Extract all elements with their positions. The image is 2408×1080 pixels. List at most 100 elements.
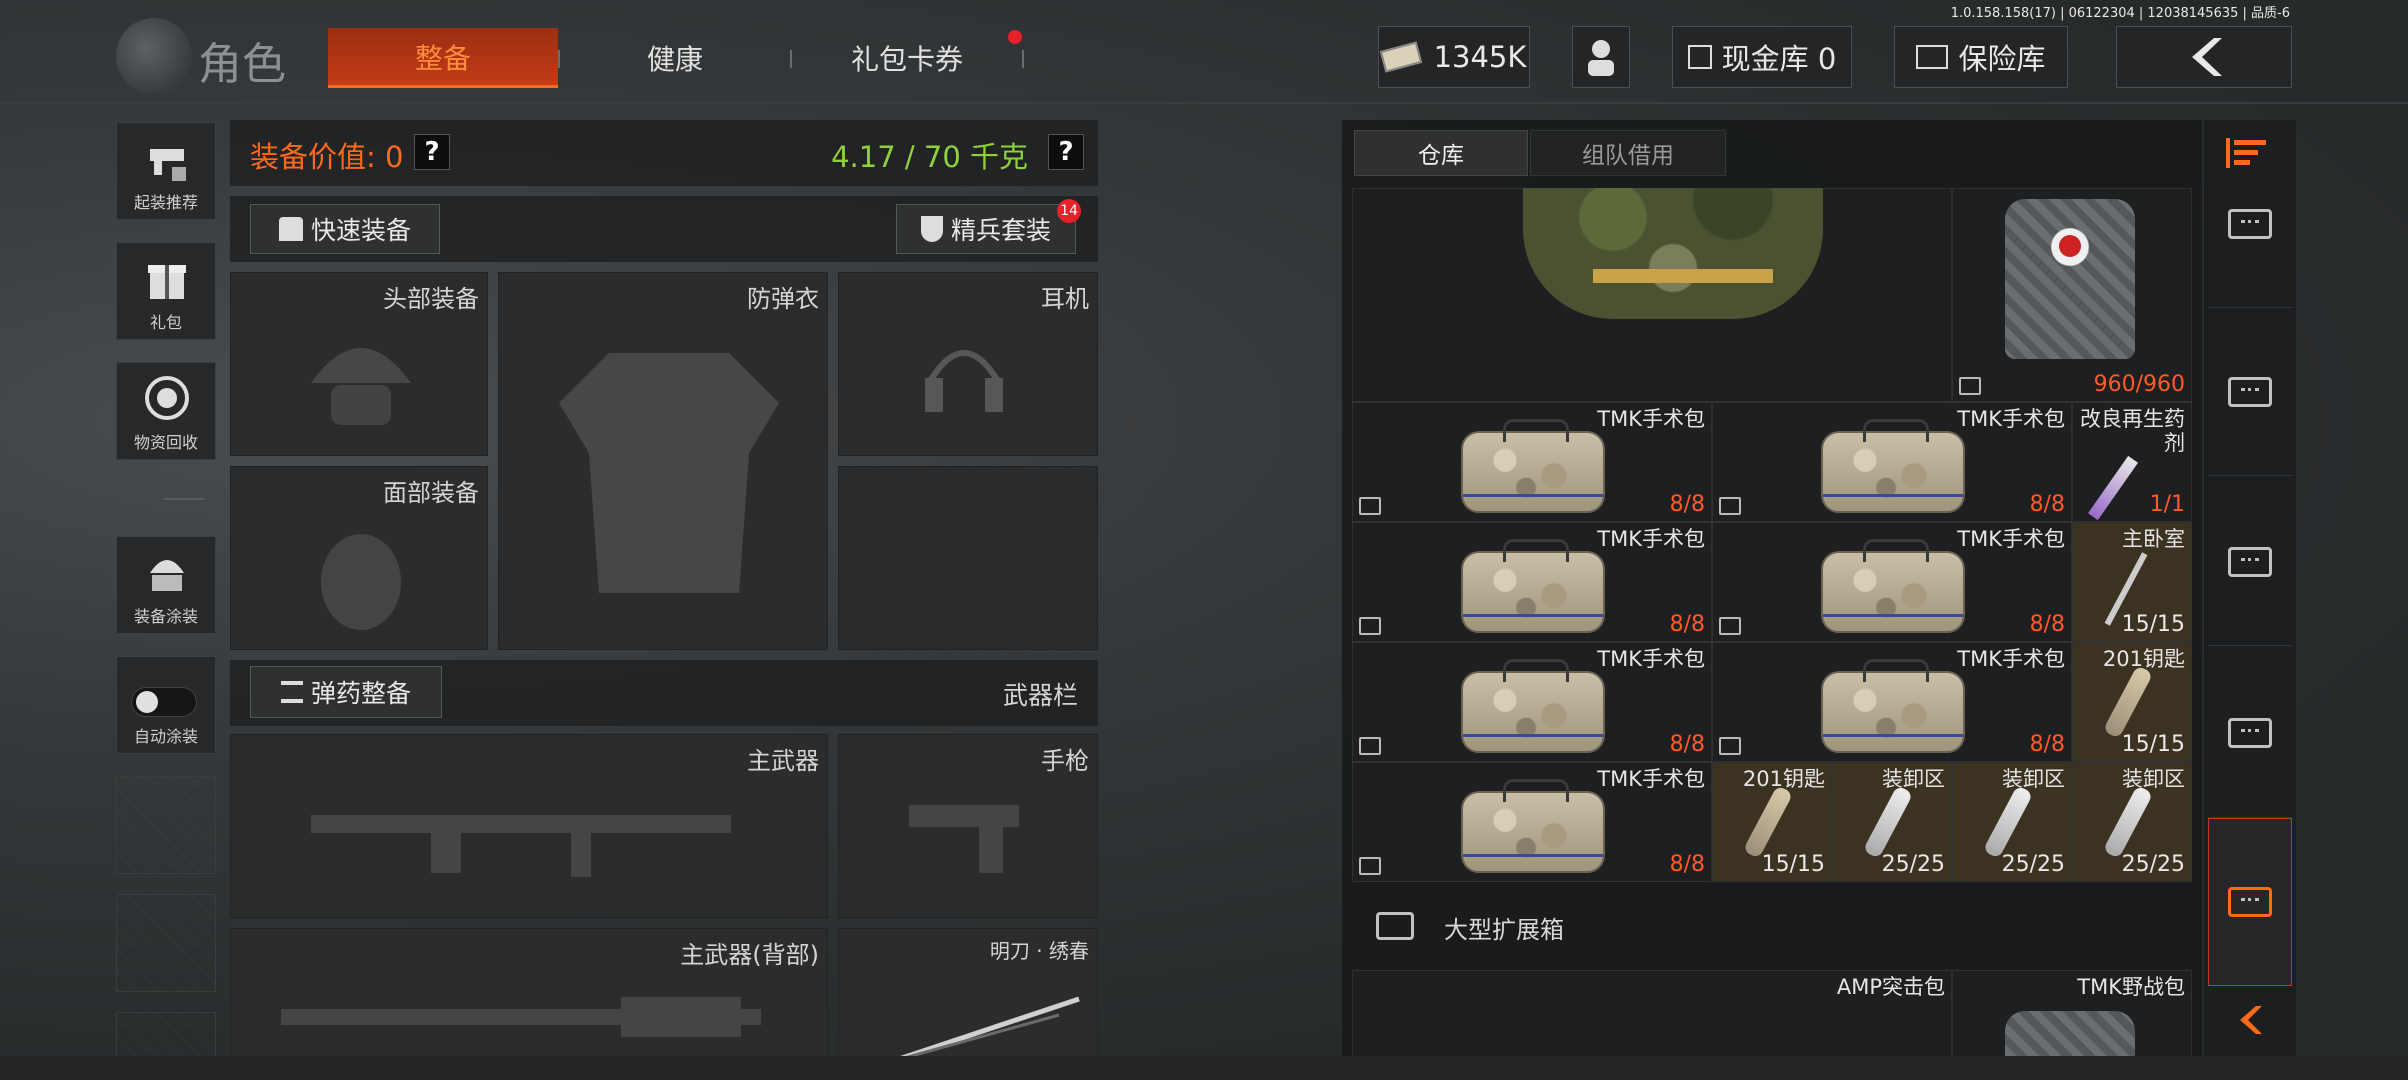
storage-cell[interactable]: TMK手术包 8/8 — [1712, 642, 2072, 762]
item-count: 25/25 — [2001, 852, 2065, 877]
headset-silhouette-icon — [925, 350, 1003, 412]
headset-slot[interactable]: 耳机 — [838, 272, 1098, 456]
storage-cell[interactable]: 201钥匙 15/15 — [2072, 642, 2192, 762]
quick-equip-button[interactable]: 快速装备 — [250, 204, 440, 254]
item-count: 1/1 — [2149, 492, 2185, 517]
pistol-slot[interactable]: 手枪 — [838, 734, 1098, 918]
head-gear-slot[interactable]: 头部装备 — [230, 272, 488, 456]
item-count: 8/8 — [1669, 852, 1705, 877]
tab-loadout[interactable]: 整备 — [328, 28, 558, 88]
item-name: TMK野战包 — [2077, 975, 2185, 999]
crate-icon — [1376, 912, 1414, 940]
page-title: 角色 — [198, 39, 286, 90]
sidebar-item-label: 物资回收 — [133, 433, 198, 452]
tab-warehouse[interactable]: 仓库 — [1354, 130, 1528, 176]
agent-icon — [1588, 40, 1614, 76]
currency-value: 1345K — [1433, 40, 1527, 74]
crate-icon — [2228, 717, 2272, 748]
notification-dot — [1008, 30, 1022, 44]
item-count: 15/15 — [1761, 852, 1825, 877]
helmet-paint-icon — [150, 560, 184, 591]
slot-label: 耳机 — [1041, 285, 1089, 313]
item-name: TMK手术包 — [1957, 647, 2065, 671]
rifle-silhouette-icon — [311, 815, 731, 877]
safe-button[interactable]: 保险库 — [1894, 26, 2068, 88]
weapon-bar-label: 武器栏 — [1002, 681, 1078, 710]
backpack-buckle — [1593, 269, 1773, 283]
slot-label: 明刀 · 绣春 — [989, 939, 1089, 963]
weight-help-button[interactable]: ? — [1048, 134, 1084, 170]
value-help-button[interactable]: ? — [414, 134, 450, 170]
container-tab-active[interactable] — [2208, 818, 2292, 986]
version-info: 1.0.158.158(17) | 06122304 | 12038145635… — [1950, 6, 2290, 21]
gun-recommend-icon — [150, 149, 186, 181]
quick-equip-bar: 快速装备 精兵套装 14 — [230, 196, 1098, 262]
container-tab[interactable] — [2208, 648, 2292, 818]
item-name: 201钥匙 — [2102, 647, 2185, 671]
header-divider — [0, 102, 2408, 104]
tab-separator — [1022, 50, 1024, 68]
tab-team-borrow[interactable]: 组队借用 — [1530, 130, 1726, 176]
storage-cell[interactable]: TMK手术包 8/8 — [1712, 522, 2072, 642]
item-name: 改良再生药剂 — [2080, 407, 2185, 455]
agent-button[interactable] — [1572, 26, 1630, 88]
body-armor-slot[interactable]: 防弹衣 — [498, 272, 828, 650]
storage-cell[interactable]: TMK手术包 8/8 — [1712, 402, 2072, 522]
storage-cell[interactable]: TMK手术包 8/8 — [1352, 762, 1712, 882]
safe-icon — [1916, 45, 1949, 69]
quick-equip-label: 快速装备 — [310, 216, 411, 245]
sidebar-item-gift[interactable]: 礼包 — [116, 242, 216, 340]
storage-cell[interactable]: TMK手术包 8/8 — [1352, 402, 1712, 522]
face-gear-slot[interactable]: 面部装备 — [230, 466, 488, 650]
surgical-kit-image — [1461, 419, 1605, 513]
slot-label: 主武器(背部) — [680, 941, 819, 969]
safe-label: 保险库 — [1958, 42, 2046, 76]
toggle-icon[interactable] — [131, 687, 197, 717]
container-tab[interactable] — [2208, 140, 2292, 308]
container-tab[interactable] — [2208, 308, 2292, 476]
item-count: 15/15 — [2121, 612, 2185, 637]
storage-cell[interactable]: 装卸区 25/25 — [1832, 762, 1952, 882]
sidebar-item-autopaint[interactable]: 自动涂装 — [116, 656, 216, 754]
medical-backpack-item[interactable]: 960/960 — [1952, 188, 2192, 402]
storage-cell[interactable]: TMK手术包 8/8 — [1352, 522, 1712, 642]
crate-icon — [2228, 208, 2272, 239]
collapse-arrow-icon[interactable] — [2234, 1004, 2264, 1040]
pistol-silhouette-icon — [909, 805, 1019, 873]
box-icon — [1719, 737, 1741, 755]
sidebar-item-label: 装备涂装 — [133, 607, 198, 626]
storage-cell[interactable]: 主卧室 15/15 — [2072, 522, 2192, 642]
tab-health[interactable]: 健康 — [560, 28, 790, 88]
ammo-icon — [280, 681, 303, 703]
camo-backpack-item[interactable] — [1352, 188, 1952, 402]
storage-cell[interactable]: 装卸区 25/25 — [1952, 762, 2072, 882]
ammo-prep-button[interactable]: 弹药整备 — [250, 666, 442, 718]
box-icon — [1359, 617, 1381, 635]
loadout-summary-bar: 装备价值: 0 ? 4.17 / 70 千克 ? — [230, 120, 1098, 186]
item-name: 装卸区 — [1882, 767, 1945, 791]
elite-kit-button[interactable]: 精兵套装 14 — [896, 199, 1081, 254]
slot-label: 主武器 — [747, 747, 819, 775]
sidebar-item-paint[interactable]: 装备涂装 — [116, 536, 216, 634]
item-name: TMK手术包 — [1597, 647, 1705, 671]
storage-cell[interactable]: 装卸区 25/25 — [2072, 762, 2192, 882]
recycle-icon — [145, 376, 189, 420]
storage-cell[interactable]: 改良再生药剂 1/1 — [2072, 402, 2192, 522]
container-tab[interactable] — [2208, 478, 2292, 646]
surgical-kit-image — [1821, 419, 1965, 513]
tab-coupons[interactable]: 礼包卡券 — [792, 28, 1022, 88]
storage-cell[interactable]: TMK手术包 8/8 — [1352, 642, 1712, 762]
storage-cell[interactable]: 201钥匙 15/15 — [1712, 762, 1832, 882]
elite-kit-badge: 14 — [1057, 199, 1081, 223]
sidebar-item-recycle[interactable]: 物资回收 — [116, 362, 216, 460]
back-button[interactable] — [2116, 26, 2292, 88]
crate-icon — [2228, 887, 2272, 917]
sidebar-item-recommend[interactable]: 起装推荐 — [116, 122, 216, 220]
sidebar-item-label: 礼包 — [149, 313, 182, 332]
currency-display[interactable]: 1345K — [1378, 26, 1530, 88]
cash-vault-button[interactable]: 现金库 0 — [1672, 26, 1852, 88]
item-name: TMK手术包 — [1957, 527, 2065, 551]
primary-weapon-slot[interactable]: 主武器 — [230, 734, 828, 918]
item-count: 25/25 — [1881, 852, 1945, 877]
key-image — [1742, 785, 1794, 859]
